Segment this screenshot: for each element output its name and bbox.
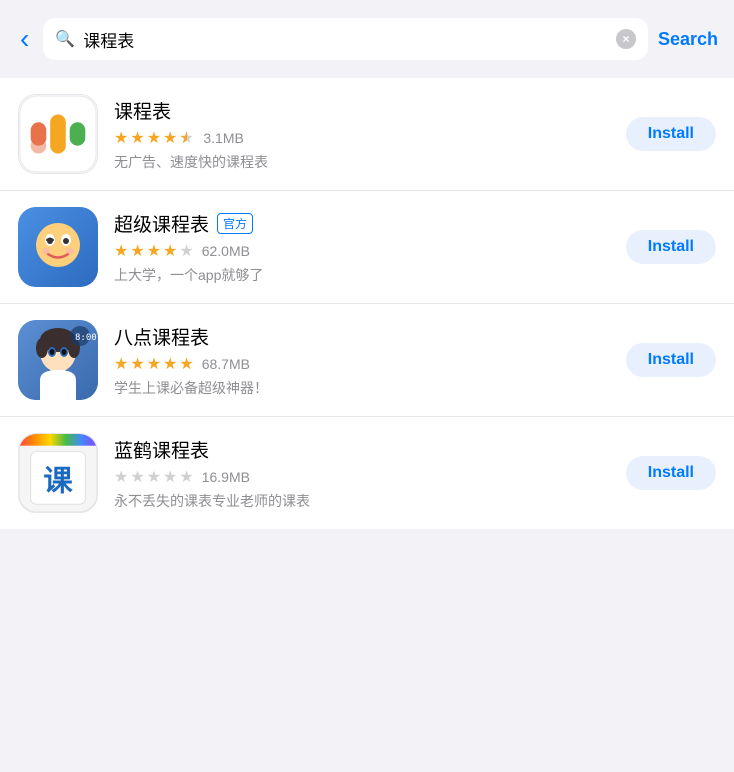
star-rating: ★★★★★ xyxy=(114,354,194,374)
search-icon: 🔍 xyxy=(55,29,75,49)
search-input[interactable]: 课程表 xyxy=(83,27,608,52)
install-button[interactable]: Install xyxy=(626,456,716,490)
app-description: 上大学，一个app就够了 xyxy=(114,265,610,285)
header: ‹ 🔍 课程表 × Search xyxy=(0,0,734,70)
install-button[interactable]: Install xyxy=(626,117,716,151)
svg-text:8:00: 8:00 xyxy=(75,333,97,343)
app-icon[interactable] xyxy=(18,207,98,287)
app-name-row: 课程表 xyxy=(114,97,610,124)
app-list-item: 超级课程表 官方 ★★★★★ 62.0MB 上大学，一个app就够了 Insta… xyxy=(0,191,734,304)
star-full: ★ xyxy=(163,241,177,261)
app-info: 超级课程表 官方 ★★★★★ 62.0MB 上大学，一个app就够了 xyxy=(114,210,610,285)
back-button[interactable]: ‹ xyxy=(16,25,33,53)
app-info: 课程表 ★★★★★★ 3.1MB 无广告、速度快的课程表 xyxy=(114,97,610,172)
app-list-item: 课 蓝鹤课程表 ★★★★★ 16.9MB 永不丢失的课表专业老师的课表 Inst… xyxy=(0,417,734,529)
app-description: 无广告、速度快的课程表 xyxy=(114,152,610,172)
install-button[interactable]: Install xyxy=(626,343,716,377)
app-list: 课程表 ★★★★★★ 3.1MB 无广告、速度快的课程表 Install xyxy=(0,78,734,529)
star-full: ★ xyxy=(163,354,177,374)
star-empty: ★ xyxy=(114,467,128,487)
app-list-item: 8:00 八点课程表 ★★★★★ 68.7MB 学生上课必备超级神器！ Inst… xyxy=(0,304,734,417)
file-size: 68.7MB xyxy=(202,356,250,372)
star-full: ★ xyxy=(147,354,161,374)
official-badge: 官方 xyxy=(217,213,253,234)
star-rating: ★★★★★ xyxy=(114,241,194,261)
app-name: 课程表 xyxy=(114,97,171,124)
rating-row: ★★★★★ 16.9MB xyxy=(114,467,610,487)
star-empty: ★ xyxy=(179,467,193,487)
rating-row: ★★★★★ 62.0MB xyxy=(114,241,610,261)
app-icon[interactable] xyxy=(18,94,98,174)
app-description: 永不丢失的课表专业老师的课表 xyxy=(114,491,610,511)
star-full: ★ xyxy=(163,128,177,148)
star-full: ★ xyxy=(114,241,128,261)
app-info: 蓝鹤课程表 ★★★★★ 16.9MB 永不丢失的课表专业老师的课表 xyxy=(114,436,610,511)
app-name-row: 蓝鹤课程表 xyxy=(114,436,610,463)
star-rating: ★★★★★★ xyxy=(114,128,195,148)
app-name-row: 超级课程表 官方 xyxy=(114,210,610,237)
star-empty: ★ xyxy=(179,241,193,261)
app-list-item: 课程表 ★★★★★★ 3.1MB 无广告、速度快的课程表 Install xyxy=(0,78,734,191)
file-size: 16.9MB xyxy=(202,469,250,485)
star-empty: ★ xyxy=(130,467,144,487)
svg-text:课: 课 xyxy=(43,465,73,498)
star-full: ★ xyxy=(114,128,128,148)
star-empty: ★ xyxy=(147,467,161,487)
search-bar: 🔍 课程表 × xyxy=(43,18,648,60)
star-half: ★★ xyxy=(179,128,195,144)
star-full: ★ xyxy=(130,354,144,374)
rating-row: ★★★★★★ 3.1MB xyxy=(114,128,610,148)
star-full: ★ xyxy=(130,128,144,148)
star-empty: ★ xyxy=(163,467,177,487)
star-full: ★ xyxy=(147,241,161,261)
app-icon[interactable]: 课 xyxy=(18,433,98,513)
star-full: ★ xyxy=(114,354,128,374)
file-size: 3.1MB xyxy=(203,130,243,146)
app-name: 八点课程表 xyxy=(114,323,209,350)
app-description: 学生上课必备超级神器！ xyxy=(114,378,610,398)
rating-row: ★★★★★ 68.7MB xyxy=(114,354,610,374)
app-name: 蓝鹤课程表 xyxy=(114,436,209,463)
file-size: 62.0MB xyxy=(202,243,250,259)
app-name: 超级课程表 xyxy=(114,210,209,237)
star-full: ★ xyxy=(179,354,193,374)
app-icon[interactable]: 8:00 xyxy=(18,320,98,400)
app-info: 八点课程表 ★★★★★ 68.7MB 学生上课必备超级神器！ xyxy=(114,323,610,398)
clear-button[interactable]: × xyxy=(616,29,636,49)
app-name-row: 八点课程表 xyxy=(114,323,610,350)
star-full: ★ xyxy=(147,128,161,148)
install-button[interactable]: Install xyxy=(626,230,716,264)
star-rating: ★★★★★ xyxy=(114,467,194,487)
star-full: ★ xyxy=(130,241,144,261)
search-button[interactable]: Search xyxy=(658,29,718,50)
